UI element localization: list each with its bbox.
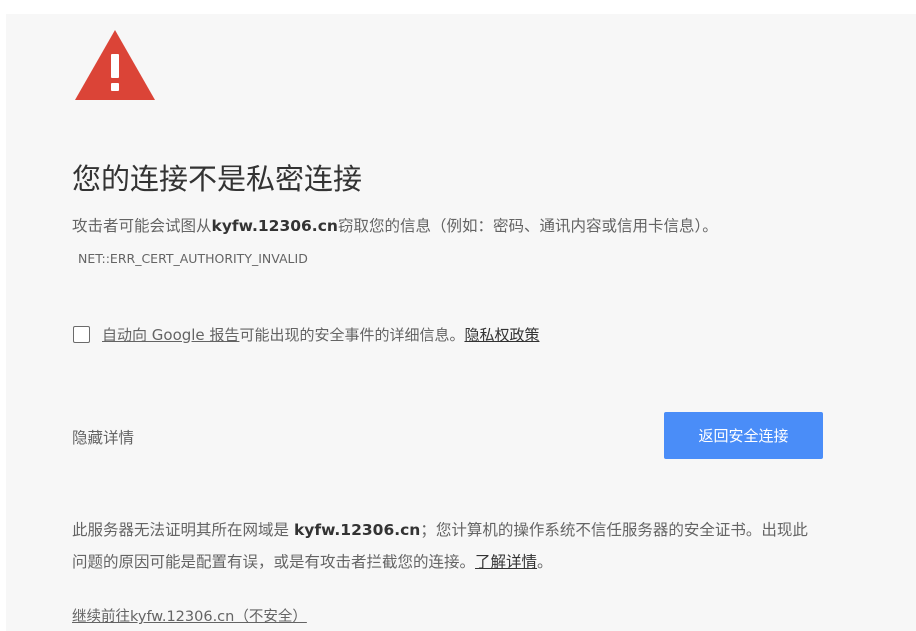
main-message: 攻击者可能会试图从kyfw.12306.cn窃取您的信息（例如：密码、通讯内容或… bbox=[72, 210, 792, 275]
report-row: 自动向 Google 报告 可能出现的安全事件的详细信息。 隐私权政策 bbox=[73, 322, 539, 346]
details-end: 。 bbox=[537, 553, 553, 571]
error-code: NET::ERR_CERT_AUTHORITY_INVALID bbox=[78, 251, 308, 266]
details-message: 此服务器无法证明其所在网域是 kyfw.12306.cn；您计算机的操作系统不信… bbox=[72, 514, 812, 578]
warning-triangle-icon bbox=[75, 30, 155, 100]
privacy-policy-link[interactable]: 隐私权政策 bbox=[464, 324, 539, 345]
details-host: kyfw.12306.cn bbox=[293, 521, 421, 539]
back-to-safety-button[interactable]: 返回安全连接 bbox=[664, 412, 823, 459]
main-message-prefix: 攻击者可能会试图从 bbox=[72, 217, 212, 235]
interstitial-page: 您的连接不是私密连接 攻击者可能会试图从kyfw.12306.cn窃取您的信息（… bbox=[6, 14, 916, 631]
report-checkbox[interactable] bbox=[73, 325, 90, 343]
proceed-unsafe-link[interactable]: 继续前往kyfw.12306.cn（不安全） bbox=[72, 605, 307, 626]
main-message-suffix: 窃取您的信息（例如：密码、通讯内容或信用卡信息）。 bbox=[337, 217, 718, 235]
main-message-host: kyfw.12306.cn bbox=[211, 217, 338, 235]
page-title: 您的连接不是私密连接 bbox=[72, 162, 363, 196]
report-label-link[interactable]: 自动向 Google 报告 bbox=[102, 324, 239, 345]
report-label-text: 可能出现的安全事件的详细信息。 bbox=[239, 325, 465, 344]
learn-more-link[interactable]: 了解详情 bbox=[475, 553, 537, 571]
details-prefix: 此服务器无法证明其所在网域是 bbox=[72, 521, 294, 539]
hide-details-link[interactable]: 隐藏详情 bbox=[72, 426, 134, 448]
